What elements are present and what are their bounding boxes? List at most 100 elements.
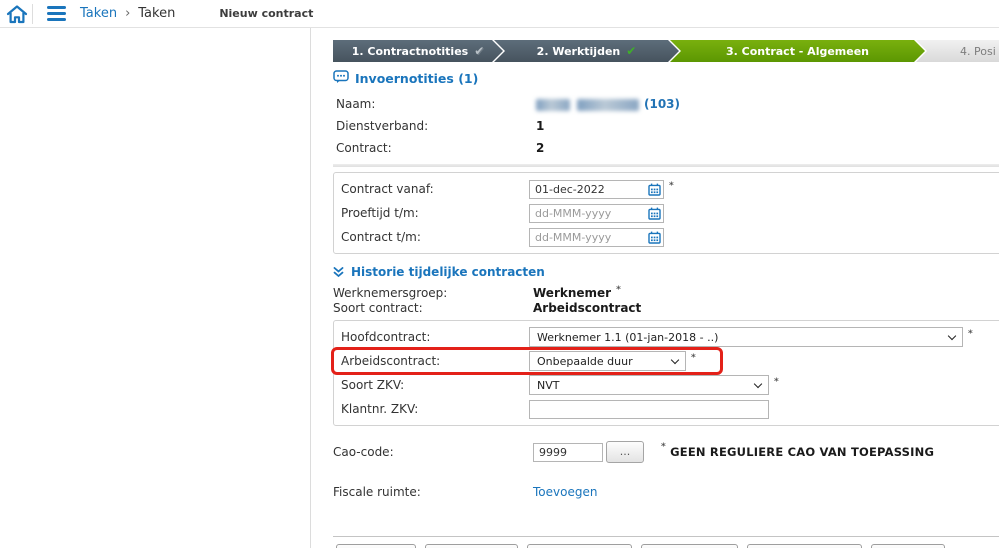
contract-value: 2 (536, 141, 545, 155)
breadcrumb-current: Taken (138, 6, 176, 21)
contract-tm-row: Contract t/m: (341, 225, 999, 249)
contract-dates-box: Contract vanaf: * (333, 172, 999, 254)
step-done-check-icon: ✔ (626, 44, 637, 58)
required-marker: * (616, 284, 621, 295)
contract-group: Werknemersgroep: Werknemer * Soort contr… (333, 285, 999, 315)
werknemersgroep-label: Werknemersgroep: (333, 285, 448, 300)
naam-label: Naam: (336, 97, 376, 111)
topbar-divider (32, 3, 33, 24)
klantnr-zkv-input[interactable] (529, 399, 769, 419)
breadcrumb-separator: › (125, 6, 131, 21)
historie-button[interactable]: Historie (870, 544, 946, 548)
calendar-icon[interactable] (648, 183, 661, 199)
cao-code-input[interactable] (533, 442, 603, 462)
historie-tijdelijke-contracten-link[interactable]: Historie tijdelijke contracten (351, 265, 545, 279)
wizard-step-4: 4. Posi (916, 40, 999, 62)
vorige-button[interactable]: < Vorige (336, 544, 416, 548)
required-marker: * (661, 442, 666, 452)
employee-summary: Naam: (103) Dienstverband: 1 Contract: 2 (333, 93, 999, 159)
contract-label: Contract: (336, 141, 392, 155)
soort-zkv-select[interactable]: NVT (529, 375, 769, 395)
fiscale-ruimte-label: Fiscale ruimte: (333, 485, 421, 499)
wizard-step-2[interactable]: 2. Werktijden ✔ (494, 40, 679, 62)
toevoegen-link[interactable]: Toevoegen (533, 485, 597, 499)
dienstverband-label: Dienstverband: (336, 119, 429, 133)
cao-description-text: GEEN REGULIERE CAO VAN TOEPASSING (670, 445, 935, 459)
main-panel: 1. Contractnotities ✔ 2. Werktijden ✔ 3.… (311, 28, 999, 548)
contract-vanaf-label: Contract vanaf: (341, 182, 434, 196)
calendar-icon[interactable] (648, 231, 661, 247)
soort-zkv-label: Soort ZKV: (341, 378, 405, 392)
footer-buttons: < Vorige Later doen Documenten Volgende … (333, 544, 999, 548)
footer: < Vorige Later doen Documenten Volgende … (333, 536, 999, 548)
contract-row: Contract: 2 (333, 137, 999, 159)
wizard-step-1[interactable]: 1. Contractnotities ✔ (333, 40, 503, 62)
klantnr-zkv-label: Klantnr. ZKV: (341, 402, 419, 416)
page-action-title: Nieuw contract (219, 7, 314, 20)
proeftijd-input[interactable] (529, 203, 664, 223)
actie-afbreken-button[interactable]: Actie afbreken (747, 544, 862, 548)
home-icon[interactable] (4, 4, 30, 24)
contract-tm-input[interactable] (529, 227, 664, 247)
breadcrumb-link-taken[interactable]: Taken (80, 6, 117, 21)
menu-icon[interactable] (47, 6, 66, 21)
left-panel (0, 28, 311, 548)
arbeidscontract-select[interactable]: Onbepaalde duur (529, 351, 686, 371)
klantnr-zkv-row: Klantnr. ZKV: (341, 397, 999, 421)
required-marker: * (774, 377, 779, 387)
contract-vanaf-input[interactable] (529, 179, 664, 199)
arbeidscontract-selected-value: Onbepaalde duur (537, 354, 633, 368)
hoofdcontract-select[interactable]: Werknemer 1.1 (01-jan-2018 - ..) (529, 327, 963, 347)
double-chevron-down-icon (333, 263, 344, 282)
required-marker: * (691, 353, 696, 363)
cao-description: * GEEN REGULIERE CAO VAN TOEPASSING (656, 442, 935, 459)
wizard-step-2-label: 2. Werktijden (536, 44, 621, 58)
topbar: Taken › Taken Nieuw contract (0, 0, 999, 28)
soort-zkv-selected-value: NVT (537, 378, 560, 392)
invoernotities-link[interactable]: Invoernotities (1) (355, 71, 478, 86)
soort-contract-value: Arbeidscontract (533, 300, 642, 315)
chevron-down-icon (947, 331, 957, 341)
invoernotities-row: Invoernotities (1) (333, 70, 999, 87)
cao-browse-button[interactable]: ... (606, 441, 644, 463)
hoofdcontract-label: Hoofdcontract: (341, 330, 431, 344)
proeftijd-row: Proeftijd t/m: (341, 201, 999, 225)
breadcrumb: Taken › Taken (80, 6, 175, 21)
werknemersgroep-value: Werknemer (533, 285, 612, 300)
required-marker: * (669, 181, 674, 191)
naam-row: Naam: (103) (333, 93, 999, 115)
arbeidscontract-row: Arbeidscontract: Onbepaalde duur * (331, 347, 999, 375)
werknemersgroep-row: Werknemersgroep: Werknemer * (333, 285, 999, 300)
chevron-down-icon (670, 355, 680, 365)
soort-zkv-row: Soort ZKV: NVT * (341, 373, 999, 397)
section-divider (333, 164, 999, 167)
redacted-name (577, 98, 639, 111)
historie-row: Historie tijdelijke contracten (333, 264, 999, 280)
contract-selects-box: Hoofdcontract: Werknemer 1.1 (01-jan-201… (331, 320, 999, 426)
soort-contract-label: Soort contract: (333, 300, 423, 315)
employee-number: (103) (644, 97, 681, 111)
wizard-step-4-label: 4. Posi (960, 44, 996, 58)
contract-vanaf-row: Contract vanaf: * (341, 177, 999, 201)
proeftijd-label: Proeftijd t/m: (341, 206, 419, 220)
documenten-button[interactable]: Documenten (526, 544, 632, 548)
volgende-button[interactable]: Volgende > (640, 544, 739, 548)
later-doen-button[interactable]: Later doen (424, 544, 518, 548)
soort-contract-row: Soort contract: Arbeidscontract (333, 300, 999, 315)
contract-tm-label: Contract t/m: (341, 230, 421, 244)
step-done-check-icon: ✔ (474, 44, 485, 58)
hoofdcontract-row: Hoofdcontract: Werknemer 1.1 (01-jan-201… (341, 325, 999, 349)
wizard-steps: 1. Contractnotities ✔ 2. Werktijden ✔ 3.… (333, 40, 999, 62)
fiscale-ruimte-row: Fiscale ruimte: Toevoegen (333, 482, 999, 502)
arbeidscontract-label: Arbeidscontract: (341, 354, 441, 368)
dienstverband-row: Dienstverband: 1 (333, 115, 999, 137)
redacted-name (536, 98, 570, 111)
wizard-step-1-label: 1. Contractnotities (351, 44, 469, 58)
calendar-icon[interactable] (648, 207, 661, 223)
cao-code-label: Cao-code: (333, 445, 394, 459)
dienstverband-value: 1 (536, 119, 545, 133)
required-marker: * (968, 329, 973, 339)
comment-icon (333, 69, 349, 88)
naam-value: (103) (536, 97, 680, 111)
chevron-down-icon (753, 379, 763, 389)
